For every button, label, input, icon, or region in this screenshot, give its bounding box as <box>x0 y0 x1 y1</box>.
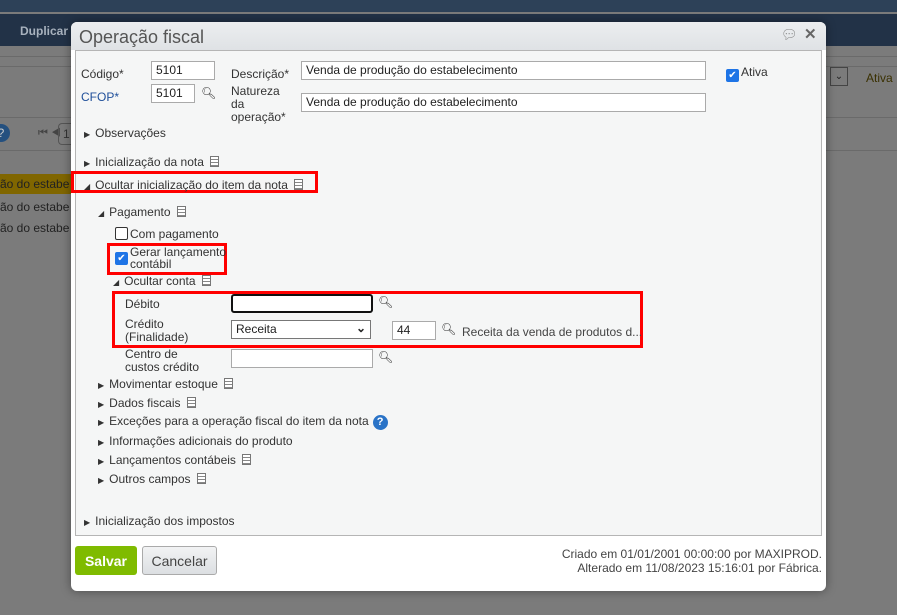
codigo-label: Código* <box>81 67 124 81</box>
dialog-titlebar: Operação fiscal 💬︎ ✕ <box>71 22 826 50</box>
gerar-lancamento-checkbox[interactable]: ✔ Gerar lançamento contábil <box>115 246 230 270</box>
operacao-fiscal-dialog: Operação fiscal 💬︎ ✕ Código* 5101 CFOP* … <box>71 22 826 591</box>
section-excecoes[interactable]: ▶ Exceções para a operação fiscal do item… <box>98 414 388 430</box>
debito-input[interactable] <box>231 294 373 313</box>
section-ocultar-item[interactable]: ◢ Ocultar inicialização do item da nota <box>84 178 303 192</box>
section-movimentar-estoque[interactable]: ▶ Movimentar estoque <box>98 377 233 391</box>
select-value: Receita <box>236 322 277 336</box>
triangle-right-icon: ▶ <box>98 400 105 409</box>
comment-icon[interactable]: 💬︎ <box>781 27 798 43</box>
search-icon[interactable]: 🔍︎ <box>378 350 393 364</box>
dialog-title: Operação fiscal <box>79 27 205 47</box>
document-icon[interactable] <box>223 378 233 389</box>
triangle-right-icon: ▶ <box>84 518 91 527</box>
document-icon[interactable] <box>241 454 251 465</box>
document-icon[interactable] <box>176 206 186 217</box>
section-label: Outros campos <box>109 472 191 486</box>
section-outros[interactable]: ▶ Outros campos <box>98 472 206 486</box>
triangle-right-icon: ▶ <box>98 476 105 485</box>
section-label: Ocultar inicialização do item da nota <box>95 178 288 192</box>
section-impostos[interactable]: ▶ Inicialização dos impostos <box>84 514 235 528</box>
ativa-label: Ativa <box>741 65 768 79</box>
background-row: ão do estabe <box>0 221 70 235</box>
document-icon[interactable] <box>196 473 206 484</box>
descricao-input[interactable]: Venda de produção do estabelecimento <box>301 61 706 80</box>
section-label: Ocultar conta <box>124 274 196 288</box>
duplicate-button: Duplicar <box>20 24 69 38</box>
background-row: ão do estabe <box>0 200 70 214</box>
ativa-checkbox[interactable]: ✔ Ativa <box>726 65 768 82</box>
natureza-label: Natureza da operação* <box>231 84 286 124</box>
section-pagamento[interactable]: ◢ Pagamento <box>98 205 186 219</box>
cancel-button[interactable]: Cancelar <box>142 546 217 575</box>
section-label: Observações <box>95 126 166 140</box>
triangle-down-icon: ◢ <box>98 209 105 218</box>
audit-info: Criado em 01/01/2001 00:00:00 por MAXIPR… <box>562 547 822 575</box>
codigo-input[interactable]: 5101 <box>151 61 215 80</box>
help-icon: ? <box>0 124 10 142</box>
section-label: Movimentar estoque <box>109 377 218 391</box>
triangle-right-icon: ▶ <box>98 418 105 427</box>
cfop-label[interactable]: CFOP* <box>81 90 119 104</box>
credito-code-input[interactable]: 44 <box>392 321 436 340</box>
search-icon[interactable]: 🔍︎ <box>378 295 393 309</box>
section-label: Lançamentos contábeis <box>109 453 236 467</box>
credito-description: Receita da venda de produtos d... <box>462 325 643 339</box>
centro-custos-input[interactable] <box>231 349 373 368</box>
section-informacoes[interactable]: ▶ Informações adicionais do produto <box>98 434 293 448</box>
descricao-label: Descrição* <box>231 67 290 81</box>
background-row: ão do estabe <box>0 174 72 194</box>
section-label: Dados fiscais <box>109 396 181 410</box>
credito-label: Crédito (Finalidade) <box>125 318 195 344</box>
save-button[interactable]: Salvar <box>75 546 137 575</box>
section-inicializacao-nota[interactable]: ▶ Inicialização da nota <box>84 155 219 169</box>
triangle-right-icon: ▶ <box>98 457 105 466</box>
created-info: Criado em 01/01/2001 00:00:00 por MAXIPR… <box>561 547 822 561</box>
com-pagamento-checkbox[interactable]: Com pagamento <box>115 227 219 241</box>
checkbox-label: Com pagamento <box>130 227 219 241</box>
triangle-down-icon: ◢ <box>84 182 91 191</box>
triangle-right-icon: ▶ <box>84 159 91 168</box>
chevron-down-icon: ⌄ <box>355 321 366 335</box>
section-dados-fiscais[interactable]: ▶ Dados fiscais <box>98 396 196 410</box>
triangle-down-icon: ◢ <box>113 278 120 287</box>
top-bar <box>0 0 897 12</box>
checkbox-label: Gerar lançamento contábil <box>130 245 227 271</box>
label-text: Crédito (Finalidade) <box>125 317 189 344</box>
section-label: Inicialização da nota <box>95 155 204 169</box>
section-observacoes[interactable]: ▶ Observações <box>84 126 166 140</box>
document-icon[interactable] <box>201 275 211 286</box>
document-icon[interactable] <box>209 156 219 167</box>
natureza-input[interactable]: Venda de produção do estabelecimento <box>301 93 706 112</box>
credito-select[interactable]: Receita ⌄ <box>231 320 371 339</box>
form-panel: Código* 5101 CFOP* 5101 🔍︎ Descrição* Ve… <box>71 50 822 536</box>
section-label: Exceções para a operação fiscal do item … <box>109 414 369 428</box>
section-ocultar-conta[interactable]: ◢ Ocultar conta <box>113 274 211 288</box>
search-icon[interactable]: 🔍︎ <box>201 86 216 100</box>
checkbox-unchecked-icon[interactable] <box>115 227 128 240</box>
triangle-right-icon: ▶ <box>84 130 91 139</box>
checkbox-checked-icon[interactable]: ✔ <box>115 252 128 265</box>
modified-info: Alterado em 11/08/2023 15:16:01 por Fábr… <box>577 561 822 575</box>
close-icon[interactable]: ✕ <box>804 25 817 43</box>
section-label: Inicialização dos impostos <box>95 514 235 528</box>
background-ativa-label: Ativa <box>866 71 893 85</box>
centro-custos-label: Centro de custos crédito <box>125 347 200 374</box>
search-icon[interactable]: 🔍︎ <box>441 322 456 336</box>
document-icon[interactable] <box>186 397 196 408</box>
document-icon[interactable] <box>293 179 303 190</box>
triangle-right-icon: ▶ <box>98 381 105 390</box>
debito-label: Débito <box>125 297 160 311</box>
section-label: Informações adicionais do produto <box>109 434 293 448</box>
help-icon[interactable]: ? <box>372 415 388 430</box>
triangle-right-icon: ▶ <box>98 438 105 447</box>
section-label: Pagamento <box>109 205 171 219</box>
checkbox-checked-icon[interactable]: ✔ <box>726 69 739 82</box>
background-select: ⌄ <box>830 67 848 86</box>
section-lancamentos[interactable]: ▶ Lançamentos contábeis <box>98 453 251 467</box>
cfop-input[interactable]: 5101 <box>151 84 195 103</box>
